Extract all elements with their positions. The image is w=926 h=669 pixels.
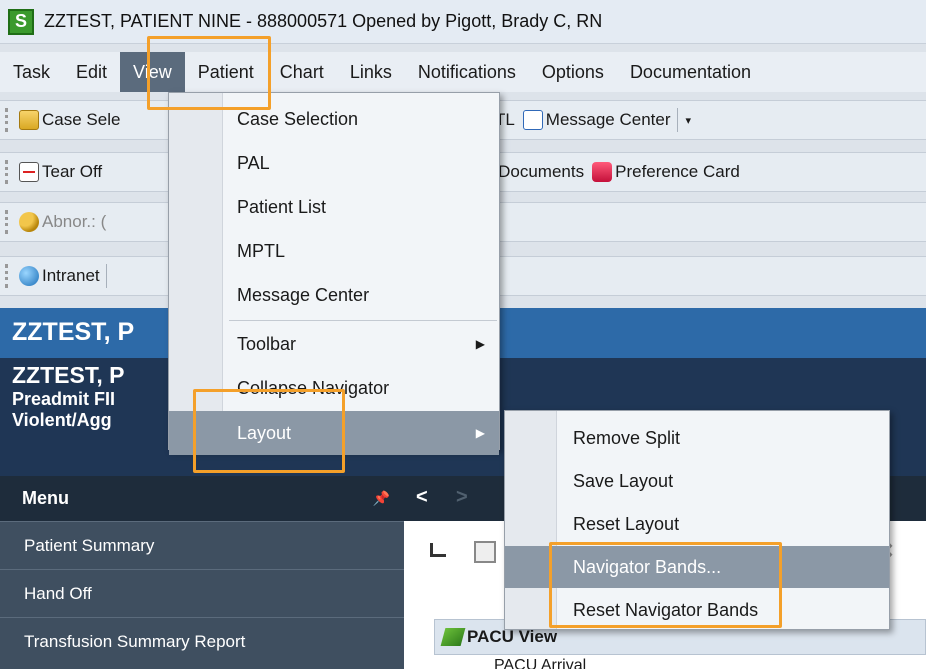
toolbar-grip[interactable] bbox=[5, 264, 11, 288]
menu-bar: Task Edit View Patient Chart Links Notif… bbox=[0, 52, 926, 92]
view-menu-dropdown: Case Selection PAL Patient List MPTL Mes… bbox=[168, 92, 500, 455]
view-layout-label: Layout bbox=[237, 422, 292, 443]
menu-item-patient-summary[interactable]: Patient Summary bbox=[0, 521, 404, 569]
menu-header: Menu 📌 bbox=[0, 476, 404, 521]
view-collapse-navigator[interactable]: Collapse Navigator bbox=[169, 366, 499, 410]
menu-separator bbox=[229, 320, 497, 321]
split-box-icon[interactable] bbox=[474, 541, 496, 563]
message-icon bbox=[522, 110, 543, 130]
toolbar-grip[interactable] bbox=[5, 160, 11, 184]
view-message-center[interactable]: Message Center bbox=[169, 273, 499, 317]
layout-navigator-bands[interactable]: Navigator Bands... bbox=[505, 546, 889, 588]
view-patient-list[interactable]: Patient List bbox=[169, 185, 499, 229]
back-arrow-icon[interactable]: < bbox=[416, 486, 428, 509]
title-bar: S ZZTEST, PATIENT NINE - 888000571 Opene… bbox=[0, 0, 926, 44]
view-toolbar[interactable]: Toolbar ▶ bbox=[169, 322, 499, 366]
pacu-icon bbox=[440, 628, 466, 646]
message-center-button[interactable]: Message Center bbox=[522, 110, 671, 130]
message-center-label: Message Center bbox=[545, 110, 671, 129]
toolbar-grip[interactable] bbox=[5, 210, 11, 234]
menu-links[interactable]: Links bbox=[337, 52, 405, 92]
pin-icon[interactable]: 📌 bbox=[373, 490, 390, 507]
tear-off-button[interactable]: Tear Off bbox=[19, 162, 102, 182]
abnormal-results-button[interactable]: Abnor.: ( bbox=[19, 212, 106, 232]
pacu-arrival-item[interactable]: PACU Arrival bbox=[494, 657, 586, 669]
preference-card-label: Preference Card bbox=[615, 162, 740, 181]
menu-documentation[interactable]: Documentation bbox=[617, 52, 764, 92]
layout-save-layout[interactable]: Save Layout bbox=[505, 460, 889, 502]
case-selection-label: Case Sele bbox=[42, 110, 121, 129]
view-layout[interactable]: Layout ▶ bbox=[169, 411, 499, 455]
menu-options[interactable]: Options bbox=[529, 52, 617, 92]
menu-task[interactable]: Task bbox=[0, 52, 63, 92]
menu-item-hand-off[interactable]: Hand Off bbox=[0, 569, 404, 617]
folder-icon bbox=[19, 110, 39, 130]
menu-view[interactable]: View bbox=[120, 52, 185, 92]
globe-icon bbox=[19, 266, 39, 286]
layout-toolbar-icon[interactable] bbox=[430, 543, 446, 557]
view-mptl[interactable]: MPTL bbox=[169, 229, 499, 273]
intranet-label: Intranet bbox=[42, 266, 100, 285]
key-icon bbox=[19, 212, 39, 232]
app-logo-icon: S bbox=[8, 8, 34, 35]
view-case-selection[interactable]: Case Selection bbox=[169, 97, 499, 141]
menu-chart[interactable]: Chart bbox=[267, 52, 337, 92]
case-selection-button[interactable]: Case Sele bbox=[19, 110, 120, 130]
tear-off-label: Tear Off bbox=[42, 162, 103, 181]
toolbar-separator bbox=[676, 108, 678, 132]
menu-patient[interactable]: Patient bbox=[185, 52, 267, 92]
window-title: ZZTEST, PATIENT NINE - 888000571 Opened … bbox=[44, 11, 603, 31]
submenu-arrow-icon: ▶ bbox=[475, 426, 485, 440]
view-pal[interactable]: PAL bbox=[169, 141, 499, 185]
menu-edit[interactable]: Edit bbox=[63, 52, 120, 92]
preference-card-button[interactable]: Preference Card bbox=[592, 162, 740, 182]
tear-off-icon bbox=[19, 162, 39, 182]
view-toolbar-label: Toolbar bbox=[237, 333, 297, 354]
menu-item-transfusion-summary[interactable]: Transfusion Summary Report bbox=[0, 617, 404, 665]
toolbar-overflow-icon[interactable]: ▾ bbox=[686, 114, 692, 127]
submenu-arrow-icon: ▶ bbox=[475, 337, 485, 351]
navigator-menu: Menu 📌 Patient Summary Hand Off Transfus… bbox=[0, 476, 404, 669]
forward-arrow-icon[interactable]: > bbox=[456, 486, 468, 509]
toolbar-grip[interactable] bbox=[5, 108, 11, 132]
abnormal-label: Abnor.: ( bbox=[42, 212, 107, 231]
menu-notifications[interactable]: Notifications bbox=[405, 52, 529, 92]
preference-card-icon bbox=[592, 162, 613, 182]
intranet-button[interactable]: Intranet bbox=[19, 266, 100, 286]
layout-reset-layout[interactable]: Reset Layout bbox=[505, 503, 889, 545]
documents-label: Documents bbox=[498, 162, 585, 181]
menu-header-label: Menu bbox=[22, 488, 69, 508]
layout-remove-split[interactable]: Remove Split bbox=[505, 417, 889, 459]
layout-reset-navigator-bands[interactable]: Reset Navigator Bands bbox=[505, 589, 889, 631]
toolbar-separator bbox=[105, 264, 107, 288]
layout-submenu: Remove Split Save Layout Reset Layout Na… bbox=[504, 410, 890, 630]
